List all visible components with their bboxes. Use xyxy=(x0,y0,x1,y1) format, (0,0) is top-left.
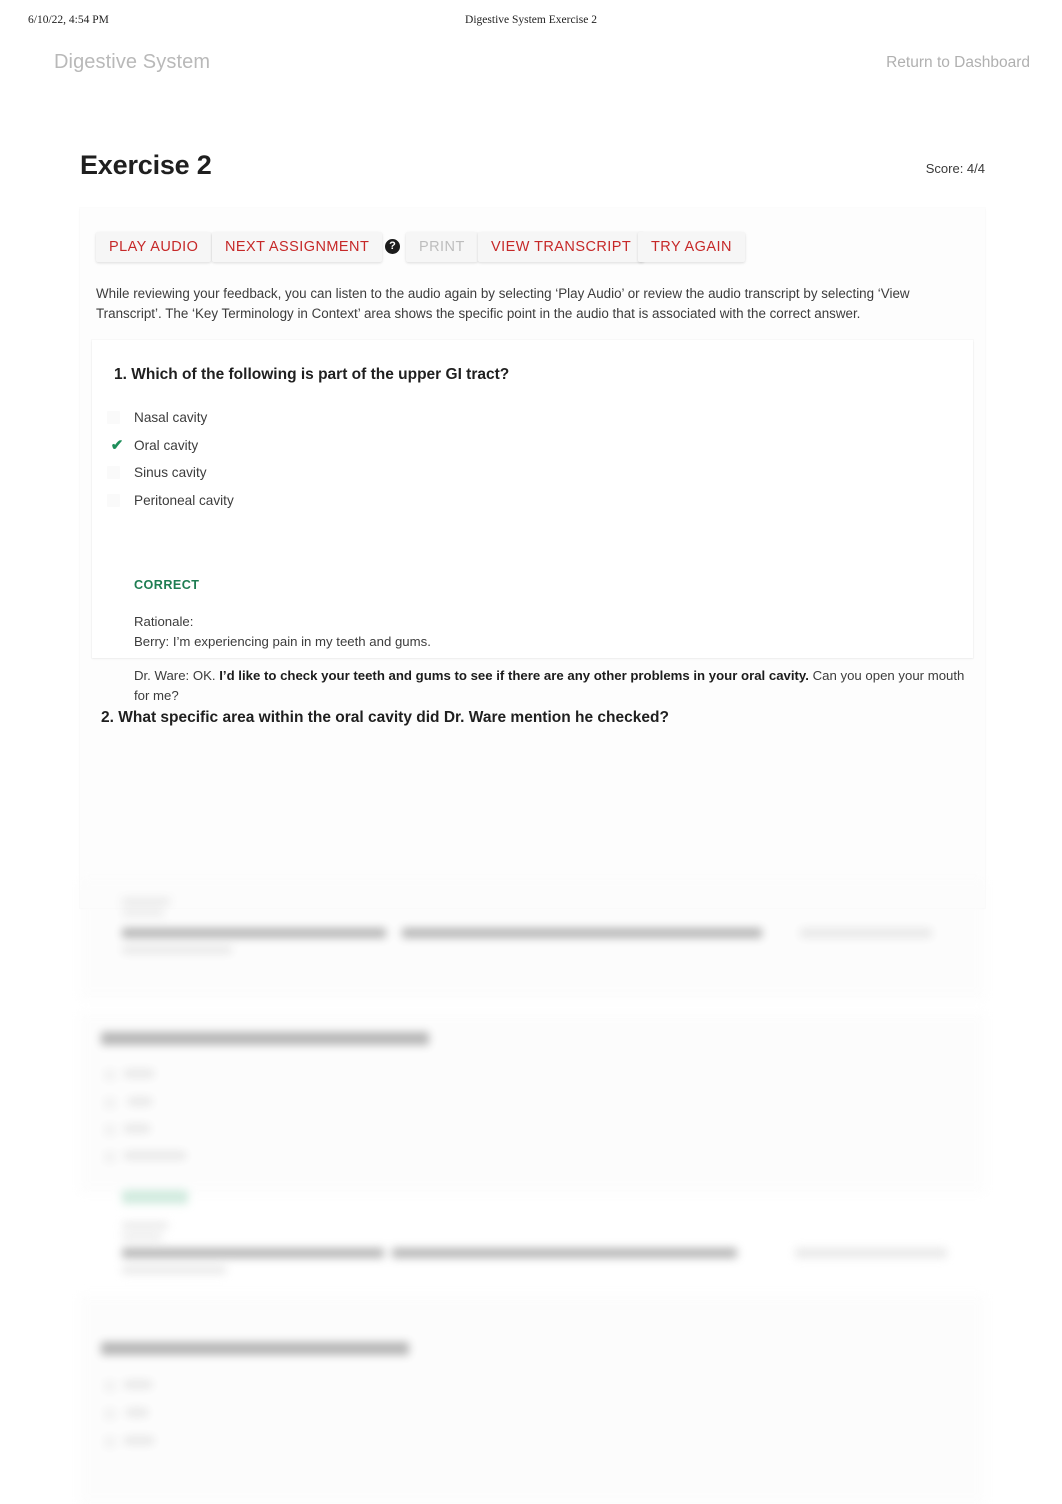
help-icon[interactable]: ? xyxy=(385,239,400,254)
next-assignment-button[interactable]: NEXT ASSIGNMENT xyxy=(212,232,383,262)
rationale-line-1: Berry: I’m experiencing pain in my teeth… xyxy=(134,634,431,649)
return-to-dashboard-link[interactable]: Return to Dashboard xyxy=(886,54,1030,72)
obscured-line xyxy=(122,1234,162,1240)
obscured-line xyxy=(122,1248,384,1258)
obscured-line xyxy=(124,1151,186,1160)
obscured-line xyxy=(124,1124,150,1133)
obscured-line xyxy=(122,910,164,916)
app-title: Digestive System xyxy=(54,51,211,73)
obscured-checkbox xyxy=(104,1097,116,1109)
obscured-lower-content xyxy=(0,880,1062,1504)
obscured-line xyxy=(392,1248,737,1258)
option-label: Oral cavity xyxy=(134,437,199,453)
question-2-text: 2. What specific area within the oral ca… xyxy=(101,709,669,726)
rationale-speaker: Dr. Ware: OK. xyxy=(134,668,220,683)
print-document-title: Digestive System Exercise 2 xyxy=(465,14,597,26)
option-label: Nasal cavity xyxy=(134,410,208,425)
obscured-line xyxy=(122,898,170,905)
obscured-checkbox xyxy=(104,1069,116,1081)
rationale-key-phrase: I’d like to check your teeth and gums to… xyxy=(219,668,809,683)
obscured-verdict-chip xyxy=(122,1190,188,1204)
rationale-label: Rationale: xyxy=(134,614,194,629)
option-row[interactable]: Peritoneal cavity xyxy=(104,487,944,515)
print-meta-header: 6/10/22, 4:54 PM Digestive System Exerci… xyxy=(0,14,1062,32)
obscured-checkbox xyxy=(104,1380,116,1392)
obscured-line xyxy=(101,1032,429,1045)
obscured-line xyxy=(122,1222,168,1229)
question-panel-1: 1. Which of the following is part of the… xyxy=(92,340,973,703)
obscured-line xyxy=(124,1436,154,1445)
question-1-rationale: Rationale: Berry: I’m experiencing pain … xyxy=(134,612,979,706)
option-label: Sinus cavity xyxy=(134,465,207,480)
option-checkbox[interactable] xyxy=(107,466,120,479)
obscured-line xyxy=(128,1097,152,1106)
obscured-card xyxy=(80,880,985,998)
obscured-checkbox xyxy=(104,1124,116,1136)
obscured-line xyxy=(101,1342,409,1355)
checkmark-icon: ✔ xyxy=(110,436,124,454)
obscured-checkbox xyxy=(104,1436,116,1448)
instructions-text: While reviewing your feedback, you can l… xyxy=(96,284,976,324)
obscured-checkbox xyxy=(104,1151,116,1163)
option-row[interactable]: Nasal cavity xyxy=(104,404,944,432)
question-1-options: Nasal cavity ✔ Oral cavity Sinus cavity … xyxy=(104,404,944,514)
print-button: PRINT xyxy=(406,232,478,262)
score-badge: Score: 4/4 xyxy=(925,161,985,176)
instructions-line-2: The ‘Key Terminology in Context’ area sh… xyxy=(165,306,861,321)
view-transcript-button[interactable]: VIEW TRANSCRIPT xyxy=(478,232,645,262)
obscured-line xyxy=(122,928,386,938)
obscured-line xyxy=(122,946,232,954)
option-row[interactable]: Sinus cavity xyxy=(104,459,944,487)
action-toolbar: PLAY AUDIO NEXT ASSIGNMENT ? PRINT VIEW … xyxy=(80,220,985,272)
obscured-line xyxy=(126,1408,148,1417)
question-1-text: 1. Which of the following is part of the… xyxy=(114,366,510,383)
obscured-line xyxy=(800,928,932,938)
exercise-card: PLAY AUDIO NEXT ASSIGNMENT ? PRINT VIEW … xyxy=(80,208,985,908)
obscured-card xyxy=(80,1294,985,1504)
try-again-button[interactable]: TRY AGAIN xyxy=(638,232,745,262)
option-checkbox[interactable] xyxy=(107,493,120,507)
obscured-line xyxy=(795,1248,947,1258)
obscured-line xyxy=(124,1069,154,1078)
rationale-spacer xyxy=(134,652,979,666)
obscured-line xyxy=(124,1380,152,1389)
option-checkbox[interactable] xyxy=(107,411,120,424)
obscured-line xyxy=(122,1266,226,1274)
option-row[interactable]: ✔ Oral cavity xyxy=(104,432,944,460)
page-title: Exercise 2 xyxy=(80,150,212,180)
app-bar: Digestive System Return to Dashboard xyxy=(0,48,1062,88)
page-title-row: Exercise 2 Score: 4/4 xyxy=(80,150,985,190)
rationale-line-2: Dr. Ware: OK. I’d like to check your tee… xyxy=(134,666,979,706)
play-audio-button[interactable]: PLAY AUDIO xyxy=(96,232,212,262)
obscured-checkbox xyxy=(104,1408,116,1420)
question-1-verdict: CORRECT xyxy=(134,578,200,592)
option-label: Peritoneal cavity xyxy=(134,492,234,508)
obscured-line xyxy=(402,928,762,938)
